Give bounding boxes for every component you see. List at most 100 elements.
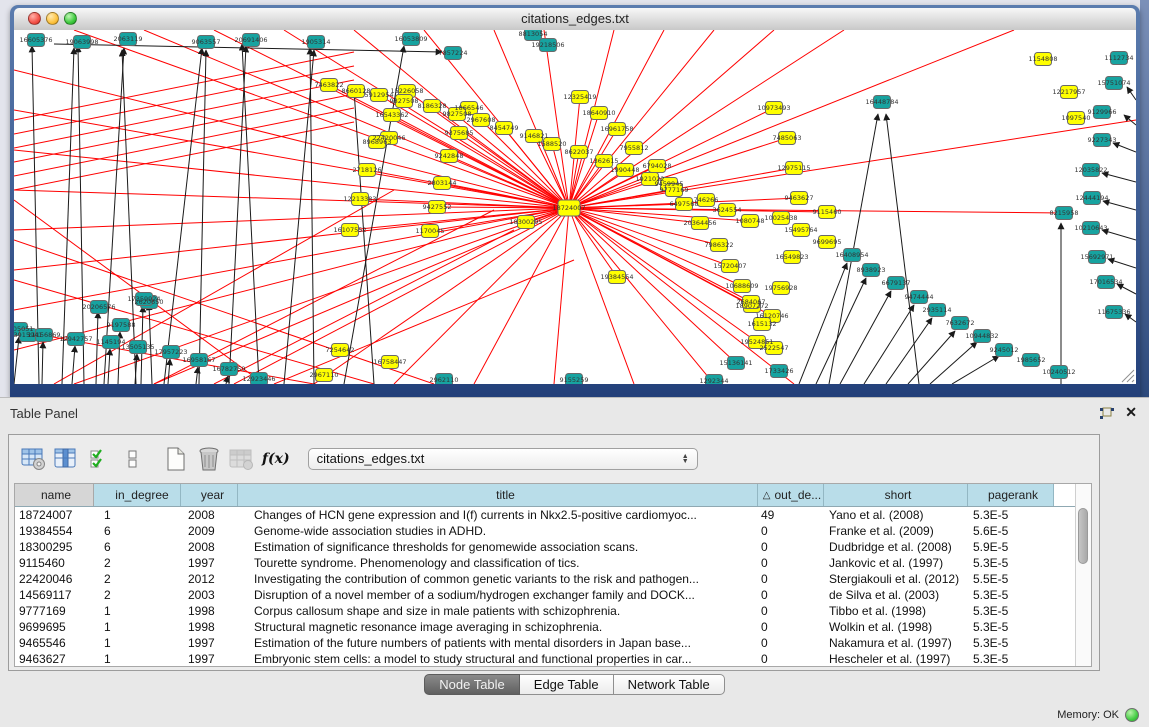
table-cell[interactable]: Jankovic et al. (1997) — [824, 555, 968, 571]
table-cell[interactable]: Disruption of a novel member of a sodium… — [238, 587, 758, 603]
table-row[interactable]: 2242004622012Investigating the contribut… — [15, 571, 1091, 587]
table-cell[interactable]: 5.3E-5 — [968, 619, 1054, 635]
table-cell[interactable]: 2003 — [181, 587, 238, 603]
column-header-pagerank[interactable]: pagerank — [968, 484, 1054, 506]
window-resize-handle[interactable] — [1119, 367, 1135, 383]
memory-status-indicator[interactable] — [1125, 708, 1139, 722]
table-row[interactable]: 1938455462009Genome-wide association stu… — [15, 523, 1091, 539]
delete-table-button[interactable] — [227, 445, 257, 473]
table-cell[interactable]: 5.9E-5 — [968, 539, 1054, 555]
table-cell[interactable]: 1997 — [181, 635, 238, 651]
table-cell[interactable]: Estimation of the future numbers of pati… — [238, 635, 758, 651]
select-columns-button[interactable] — [85, 445, 115, 473]
tab-edge-table[interactable]: Edge Table — [520, 674, 614, 695]
table-cell[interactable]: 2009 — [181, 523, 238, 539]
table-cell[interactable]: Genome-wide association studies in ADHD. — [238, 523, 758, 539]
table-cell[interactable]: 18300295 — [15, 539, 94, 555]
table-cell[interactable]: 1 — [94, 603, 181, 619]
table-cell[interactable]: 0 — [758, 603, 824, 619]
scrollbar-thumb[interactable] — [1078, 508, 1088, 564]
table-cell[interactable]: 1998 — [181, 619, 238, 635]
table-cell[interactable]: 9115460 — [15, 555, 94, 571]
table-cell[interactable]: 9777169 — [15, 603, 94, 619]
table-row[interactable]: 1456911722003Disruption of a novel membe… — [15, 587, 1091, 603]
table-cell[interactable]: 19384554 — [15, 523, 94, 539]
table-cell[interactable]: 6 — [94, 539, 181, 555]
table-cell[interactable]: 1997 — [181, 651, 238, 667]
table-cell[interactable]: 2012 — [181, 571, 238, 587]
table-cell[interactable]: 1 — [94, 507, 181, 523]
table-cell[interactable]: Stergiakouli et al. (2012) — [824, 571, 968, 587]
table-cell[interactable]: Franke et al. (2009) — [824, 523, 968, 539]
column-header-short[interactable]: short — [824, 484, 968, 506]
table-cell[interactable]: 5.5E-5 — [968, 571, 1054, 587]
table-cell[interactable]: 2008 — [181, 507, 238, 523]
table-cell[interactable]: 5.6E-5 — [968, 523, 1054, 539]
network-graph[interactable]: 1660537619063998206311990635572069140619… — [14, 30, 1136, 384]
table-cell[interactable]: 5.3E-5 — [968, 555, 1054, 571]
table-cell[interactable]: Estimation of significance thresholds fo… — [238, 539, 758, 555]
table-cell[interactable]: 1 — [94, 635, 181, 651]
tab-network-table[interactable]: Network Table — [614, 674, 725, 695]
table-cell[interactable]: 1998 — [181, 603, 238, 619]
table-cell[interactable]: 5.3E-5 — [968, 587, 1054, 603]
table-row[interactable]: 1872400712008Changes of HCN gene express… — [15, 507, 1091, 523]
table-cell[interactable]: 0 — [758, 635, 824, 651]
table-cell[interactable]: Tibbo et al. (1998) — [824, 603, 968, 619]
table-cell[interactable]: 18724007 — [15, 507, 94, 523]
table-selector-dropdown[interactable]: citations_edges.txt ▲▼ — [308, 448, 698, 470]
table-cell[interactable]: Hescheler et al. (1997) — [824, 651, 968, 667]
row-detail-button[interactable] — [118, 445, 148, 473]
table-cell[interactable]: Embryonic stem cells: a model to study s… — [238, 651, 758, 667]
column-header-in-degree[interactable]: in_degree — [94, 484, 181, 506]
table-cell[interactable]: 2 — [94, 571, 181, 587]
table-cell[interactable]: 5.3E-5 — [968, 603, 1054, 619]
table-cell[interactable]: 0 — [758, 619, 824, 635]
tab-node-table[interactable]: Node Table — [424, 674, 520, 695]
table-cell[interactable]: Changes of HCN gene expression and I(f) … — [238, 507, 758, 523]
table-row[interactable]: 946362711997Embryonic stem cells: a mode… — [15, 651, 1091, 667]
table-cell[interactable]: 0 — [758, 587, 824, 603]
minimize-traffic-light-button[interactable] — [46, 12, 59, 25]
table-cell[interactable]: 14569117 — [15, 587, 94, 603]
table-row[interactable]: 977716911998Corpus callosum shape and si… — [15, 603, 1091, 619]
table-cell[interactable]: Wolkin et al. (1998) — [824, 619, 968, 635]
table-cell[interactable]: 5.3E-5 — [968, 507, 1054, 523]
table-cell[interactable]: 6 — [94, 523, 181, 539]
table-cell[interactable]: Structural magnetic resonance image aver… — [238, 619, 758, 635]
close-traffic-light-button[interactable] — [28, 12, 41, 25]
table-cell[interactable]: 2008 — [181, 539, 238, 555]
table-cell[interactable]: 1997 — [181, 555, 238, 571]
table-cell[interactable]: 0 — [758, 523, 824, 539]
table-cell[interactable]: 0 — [758, 571, 824, 587]
window-titlebar[interactable]: citations_edges.txt — [14, 8, 1136, 31]
table-cell[interactable]: 5.3E-5 — [968, 635, 1054, 651]
table-cell[interactable]: 0 — [758, 539, 824, 555]
table-cell[interactable]: 5.3E-5 — [968, 651, 1054, 667]
zoom-traffic-light-button[interactable] — [64, 12, 77, 25]
table-cell[interactable]: 1 — [94, 651, 181, 667]
table-cell[interactable]: 9465546 — [15, 635, 94, 651]
close-panel-button[interactable]: ✕ — [1125, 404, 1137, 421]
network-canvas[interactable]: 1660537619063998206311990635572069140619… — [14, 30, 1136, 384]
table-cell[interactable]: Yano et al. (2008) — [824, 507, 968, 523]
table-cell[interactable]: 22420046 — [15, 571, 94, 587]
table-cell[interactable]: 9463627 — [15, 651, 94, 667]
table-cell[interactable]: de Silva et al. (2003) — [824, 587, 968, 603]
table-row[interactable]: 911546021997Tourette syndrome. Phenomeno… — [15, 555, 1091, 571]
table-row[interactable]: 969969511998Structural magnetic resonanc… — [15, 619, 1091, 635]
column-header-name[interactable]: name — [15, 484, 94, 506]
column-header-year[interactable]: year — [181, 484, 238, 506]
column-header-title[interactable]: title — [238, 484, 758, 506]
show-columns-button[interactable] — [52, 445, 82, 473]
function-builder-button[interactable]: f(x) — [262, 451, 290, 467]
float-panel-icon[interactable] — [1099, 407, 1115, 421]
table-cell[interactable]: 1 — [94, 619, 181, 635]
table-cell[interactable]: Nakamura et al. (1997) — [824, 635, 968, 651]
table-cell[interactable]: 0 — [758, 651, 824, 667]
table-cell[interactable]: 2 — [94, 555, 181, 571]
table-cell[interactable]: 9699695 — [15, 619, 94, 635]
table-cell[interactable]: Corpus callosum shape and size in male p… — [238, 603, 758, 619]
table-cell[interactable]: Investigating the contribution of common… — [238, 571, 758, 587]
column-header-out-degree[interactable]: △ out_de... — [758, 484, 824, 506]
